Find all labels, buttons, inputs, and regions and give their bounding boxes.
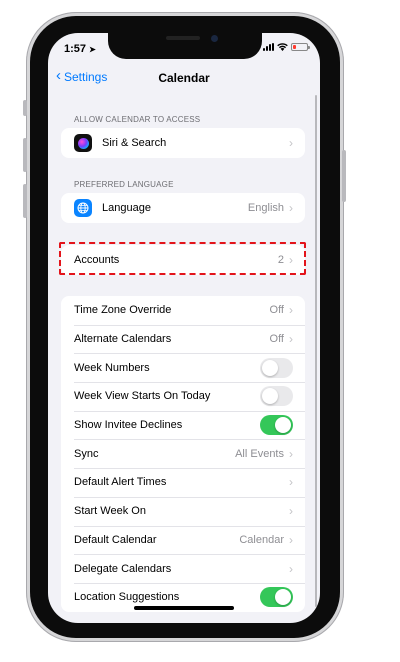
- accounts-row[interactable]: Accounts 2 ›: [61, 245, 305, 275]
- section-header-preferred-language: PREFERRED LANGUAGE: [74, 180, 174, 189]
- chevron-right-icon: ›: [289, 532, 293, 547]
- chevron-right-icon: ›: [289, 332, 293, 347]
- chevron-right-icon: ›: [289, 561, 293, 576]
- chevron-right-icon: ›: [289, 136, 293, 150]
- chevron-right-icon: ›: [289, 504, 293, 519]
- week-view-starts-today-toggle[interactable]: [260, 386, 293, 407]
- row-value: Off: [269, 304, 284, 317]
- scroll-indicator[interactable]: [315, 95, 317, 607]
- globe-icon: [74, 199, 92, 217]
- battery-icon: [291, 43, 310, 51]
- siri-icon: [74, 134, 92, 152]
- language-row[interactable]: Language English ›: [61, 193, 305, 223]
- row-label: Week Numbers: [74, 361, 150, 374]
- chevron-right-icon: ›: [289, 446, 293, 461]
- sync-row[interactable]: Sync All Events ›: [61, 439, 305, 468]
- row-value: All Events: [235, 447, 284, 460]
- row-value: 2: [277, 254, 284, 266]
- siri-search-row[interactable]: Siri & Search ›: [61, 128, 305, 158]
- week-numbers-toggle[interactable]: [260, 357, 293, 378]
- mute-switch: [23, 100, 27, 116]
- group-preferred-language: Language English ›: [61, 193, 305, 223]
- wifi-icon: [277, 43, 288, 51]
- row-value: Off: [269, 333, 284, 346]
- start-week-on-row[interactable]: Start Week On ›: [61, 496, 305, 526]
- power-button: [342, 150, 346, 202]
- row-label: Show Invitee Declines: [74, 419, 183, 432]
- chevron-right-icon: ›: [289, 201, 293, 215]
- volume-up-button: [23, 138, 27, 172]
- week-view-starts-today-row: Week View Starts On Today: [61, 382, 305, 411]
- status-time: 1:57 ➤: [64, 43, 96, 55]
- screen: 1:57 ➤ ‹ Settings Calendar ALLOW CALENDA…: [48, 33, 320, 623]
- row-label: Default Calendar: [74, 533, 157, 546]
- page-title: Calendar: [158, 71, 210, 85]
- volume-down-button: [23, 184, 27, 218]
- show-invitee-declines-row: Show Invitee Declines: [61, 410, 305, 440]
- earpiece-speaker: [166, 36, 200, 40]
- chevron-right-icon: ›: [289, 303, 293, 318]
- cellular-signal-icon: [263, 43, 274, 51]
- home-indicator[interactable]: [134, 606, 234, 610]
- row-label: Sync: [74, 447, 99, 460]
- group-accounts: Accounts 2 ›: [61, 245, 305, 275]
- row-value: Calendar: [239, 533, 284, 546]
- row-label: Start Week On: [74, 505, 146, 518]
- status-icons: [263, 43, 310, 51]
- row-label: Siri & Search: [102, 137, 167, 149]
- default-calendar-row[interactable]: Default Calendar Calendar ›: [61, 525, 305, 555]
- notch: [108, 33, 262, 59]
- section-header-allow-access: ALLOW CALENDAR TO ACCESS: [74, 115, 201, 124]
- row-label: Delegate Calendars: [74, 562, 172, 575]
- time-zone-override-row[interactable]: Time Zone Override Off ›: [61, 296, 305, 325]
- location-suggestions-toggle[interactable]: [260, 587, 293, 608]
- row-label: Time Zone Override: [74, 304, 172, 317]
- front-camera: [211, 35, 218, 42]
- week-numbers-row: Week Numbers: [61, 353, 305, 382]
- group-calendar-settings: Time Zone Override Off › Alternate Calen…: [61, 296, 305, 612]
- show-invitee-declines-toggle[interactable]: [260, 415, 293, 436]
- chevron-right-icon: ›: [289, 253, 293, 267]
- alternate-calendars-row[interactable]: Alternate Calendars Off ›: [61, 324, 305, 354]
- delegate-calendars-row[interactable]: Delegate Calendars ›: [61, 554, 305, 583]
- row-label: Alternate Calendars: [74, 333, 172, 346]
- default-alert-times-row[interactable]: Default Alert Times ›: [61, 468, 305, 497]
- group-allow-access: Siri & Search ›: [61, 128, 305, 158]
- row-label: Week View Starts On Today: [74, 390, 211, 403]
- row-value: English: [247, 202, 284, 214]
- row-label: Language: [102, 202, 151, 214]
- row-label: Accounts: [74, 254, 120, 266]
- row-label: Default Alert Times: [74, 476, 167, 489]
- location-arrow-icon: ➤: [89, 45, 96, 54]
- row-label: Location Suggestions: [74, 591, 180, 604]
- chevron-right-icon: ›: [289, 475, 293, 490]
